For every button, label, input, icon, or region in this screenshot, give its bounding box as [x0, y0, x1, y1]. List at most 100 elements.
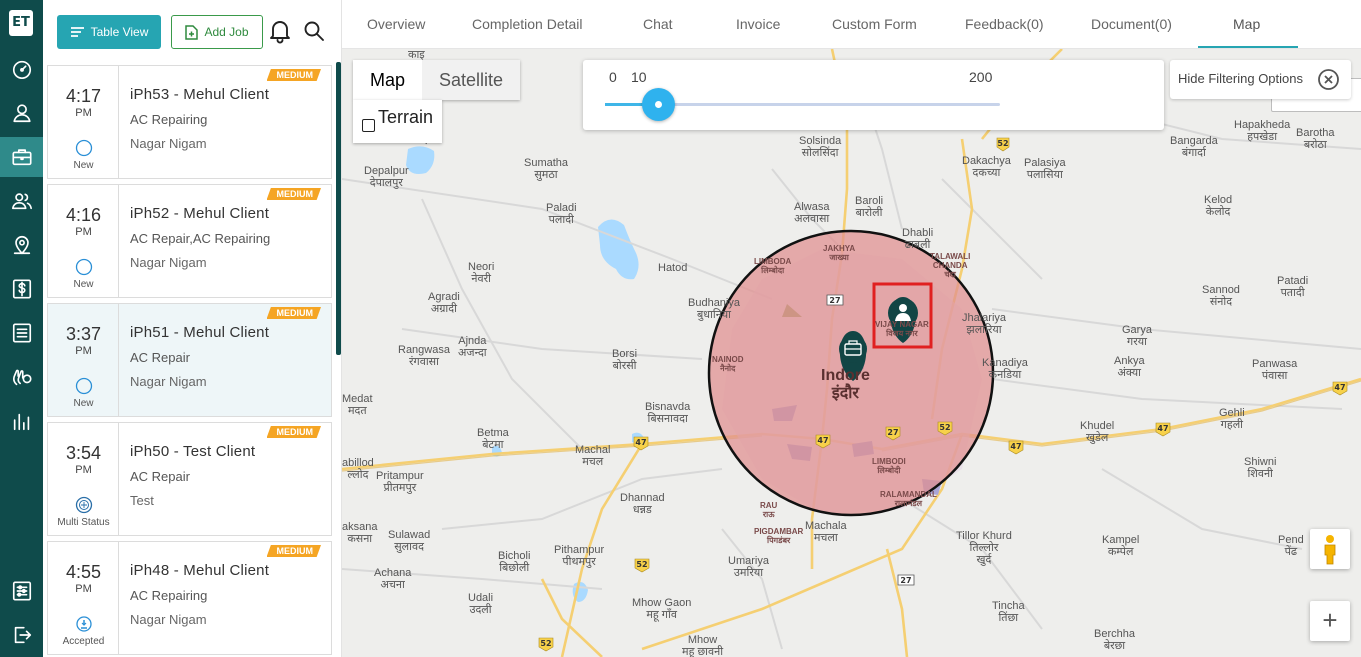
zoom-in-button[interactable]: +: [1310, 601, 1350, 641]
nav-profile[interactable]: [0, 93, 43, 133]
map-place-label: Medat मदत: [342, 393, 373, 417]
tab-document[interactable]: Document(0): [1091, 16, 1172, 32]
job-status-label: New: [73, 279, 94, 290]
job-status-icon: [75, 139, 93, 157]
map-place-label: Shiwni शिवनी: [1244, 456, 1277, 480]
map-place-label: Solsinda सोलसिंदा: [799, 135, 842, 159]
job-card[interactable]: 3:37 PM New MEDIUM iPh51 - Mehul Client AC Re…: [47, 303, 332, 417]
road-shield: 27: [826, 294, 844, 306]
radius-slider-thumb[interactable]: [641, 88, 675, 121]
map-type-control: Map Satellite: [353, 60, 521, 100]
road-shield: 47: [1155, 422, 1171, 437]
tab-invoice[interactable]: Invoice: [736, 16, 780, 32]
map-type-satellite-button[interactable]: Satellite: [422, 60, 521, 100]
map-place-label: Tincha तिंछा: [992, 600, 1025, 624]
notifications-button[interactable]: [267, 18, 293, 44]
job-ampm: PM: [75, 107, 92, 119]
settings-sliders-icon: [12, 581, 31, 601]
map-place-label: Ankya अंक्या: [1114, 355, 1145, 379]
slider-value-label: 10: [631, 69, 647, 85]
job-list: 4:17 PM New MEDIUM iPh53 - Mehul Client AC Re…: [43, 62, 342, 657]
lake-depalpur: [406, 146, 435, 174]
nav-list[interactable]: [0, 313, 43, 353]
hide-filtering-options-button[interactable]: Hide Filtering Options: [1170, 60, 1351, 99]
job-status-label: Multi Status: [57, 517, 110, 528]
map-area-label: NAINOD नैनोद: [712, 355, 744, 373]
svg-text:52: 52: [540, 639, 551, 648]
tab-completion-detail[interactable]: Completion Detail: [472, 16, 583, 32]
terrain-toggle[interactable]: Terrain: [353, 100, 442, 143]
nav-billing[interactable]: [0, 269, 43, 309]
nav-feedback[interactable]: [0, 357, 43, 397]
job-detail-tabs: Overview Completion Detail Chat Invoice …: [342, 0, 1361, 49]
map-pin-icon: [13, 235, 30, 255]
map-place-label: abillod ल्लोद: [342, 457, 374, 481]
users-icon: [11, 193, 32, 210]
add-job-label: Add Job: [204, 25, 249, 39]
slider-min-label: 0: [609, 69, 617, 85]
job-status-icon: [75, 377, 93, 395]
map-place-label: Tillor Khurd तिल्लोर खुर्द: [956, 530, 1012, 566]
job-time: 4:55: [65, 562, 102, 582]
job-list-scrollbar[interactable]: [336, 62, 341, 355]
job-title: iPh48 - Mehul Client: [130, 562, 270, 579]
app-window: ET Table View Add Job 4:17 PM New MEDIUM…: [0, 0, 1361, 657]
nav-dashboard[interactable]: [0, 49, 43, 89]
nav-logout[interactable]: [0, 615, 43, 655]
job-card[interactable]: 4:16 PM New MEDIUM iPh52 - Mehul Client AC Re…: [47, 184, 332, 298]
nav-settings[interactable]: [0, 571, 43, 611]
map-place-label: Sulawad सुलावद: [388, 529, 431, 553]
street-view-pegman[interactable]: [1310, 529, 1350, 569]
job-location: Nagar Nigam: [130, 136, 207, 151]
job-status-label: Accepted: [62, 636, 105, 647]
map-view[interactable]: 52 27 47 47 47 47 47 52 52 52 27 27 काइ …: [342, 49, 1361, 657]
search-button[interactable]: [301, 18, 327, 44]
add-job-button[interactable]: Add Job: [171, 15, 263, 49]
hide-filtering-options-label: Hide Filtering Options: [1178, 71, 1303, 86]
job-time-column: 4:55 PM Accepted: [48, 542, 119, 654]
map-place-label: Dhabli ढाबली: [902, 227, 934, 251]
tab-chat[interactable]: Chat: [643, 16, 673, 32]
map-place-label: Machal मचल: [575, 444, 611, 468]
map-area-label: LIMBODI लिम्बोदी: [872, 457, 906, 475]
search-icon: [304, 21, 324, 41]
svg-text:52: 52: [636, 560, 647, 569]
logout-icon: [14, 626, 31, 644]
job-ampm: PM: [75, 583, 92, 595]
terrain-checkbox[interactable]: [362, 119, 375, 132]
map-place-label: Achana अचना: [374, 567, 412, 591]
nav-reports[interactable]: [0, 401, 43, 441]
tab-custom-form[interactable]: Custom Form: [832, 16, 917, 32]
tab-overview[interactable]: Overview: [367, 16, 425, 32]
map-place-label: Depalpur देपालपुर: [364, 165, 409, 189]
job-card[interactable]: 4:55 PM Accepted MEDIUM iPh48 - Mehul Client…: [47, 541, 332, 655]
job-status-icon: [75, 258, 93, 276]
pegman-icon: [1324, 535, 1336, 565]
job-location: Nagar Nigam: [130, 374, 207, 389]
table-view-label: Table View: [90, 25, 149, 39]
map-place-label: Baroli बारोली: [855, 195, 884, 219]
svg-text:47: 47: [1334, 383, 1345, 392]
nav-clients[interactable]: [0, 181, 43, 221]
bar-chart-icon: [13, 413, 29, 431]
map-place-label: Agradi अग्रादी: [428, 291, 460, 315]
job-status-icon: [75, 615, 93, 633]
priority-badge: MEDIUM: [266, 426, 321, 438]
table-view-button[interactable]: Table View: [57, 15, 161, 49]
job-time-column: 3:54 PM Multi Status: [48, 423, 119, 535]
hands-icon: [12, 369, 32, 386]
nav-map[interactable]: [0, 225, 43, 265]
map-type-map-button[interactable]: Map: [353, 60, 422, 100]
svg-text:47: 47: [817, 436, 828, 445]
tab-map[interactable]: Map: [1233, 16, 1260, 32]
job-service: AC Repair: [130, 469, 190, 484]
job-title: iPh52 - Mehul Client: [130, 205, 270, 222]
job-title: iPh53 - Mehul Client: [130, 86, 270, 103]
map-place-label: Panwasa पंवासा: [1252, 358, 1298, 382]
nav-jobs[interactable]: [0, 137, 43, 177]
job-title: iPh50 - Test Client: [130, 443, 256, 460]
job-card[interactable]: 3:54 PM Multi Status MEDIUM iPh50 - Test Cli…: [47, 422, 332, 536]
tab-feedback[interactable]: Feedback(0): [965, 16, 1044, 32]
map-place-label: Ajnda अजन्दा: [458, 335, 487, 359]
job-card[interactable]: 4:17 PM New MEDIUM iPh53 - Mehul Client AC Re…: [47, 65, 332, 179]
